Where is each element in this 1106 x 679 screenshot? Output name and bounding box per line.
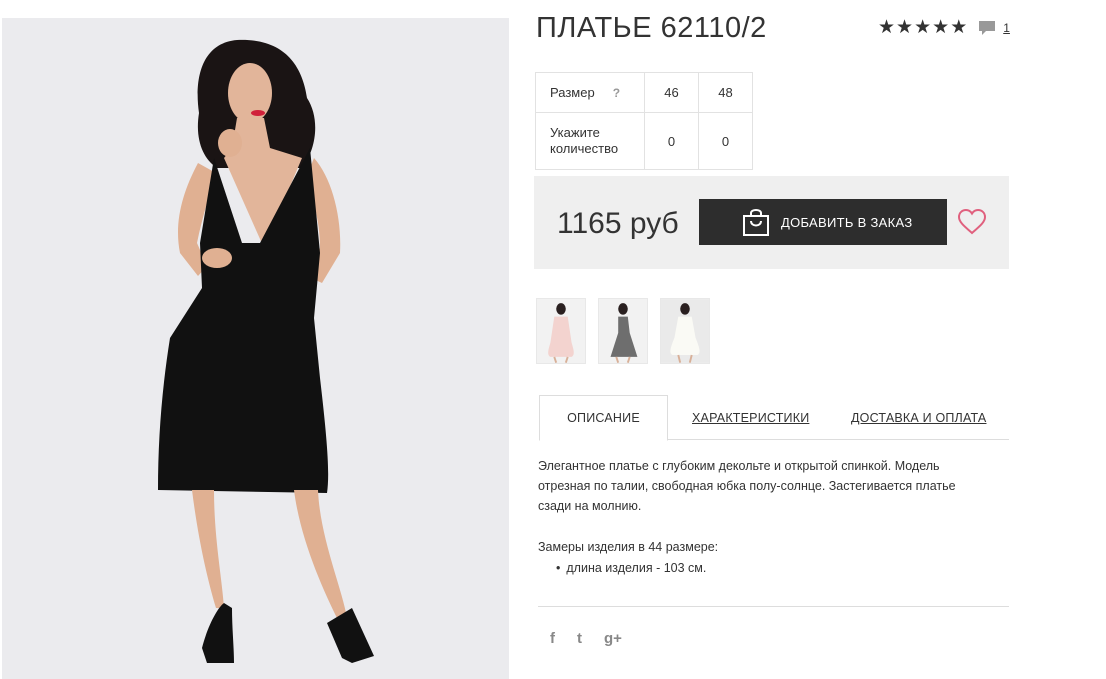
comment-icon [979,21,996,35]
thumbnail-white-dress[interactable] [660,298,710,364]
star-icon[interactable]: ★ [896,18,913,38]
google-plus-icon[interactable]: g+ [604,630,622,647]
thumbnail-image [661,299,709,363]
product-title: ПЛАТЬЕ 62110/2 [536,12,767,44]
divider [538,606,1009,607]
star-icon[interactable]: ★ [932,18,949,38]
product-main-photo[interactable] [2,18,509,679]
add-to-order-button[interactable]: ДОБАВИТЬ В ЗАКАЗ [699,199,947,245]
star-icon[interactable]: ★ [914,18,931,38]
social-share: f t g+ [550,630,644,647]
size-label: Размер [550,85,595,100]
thumbnail-pink-dress[interactable] [536,298,586,364]
quantity-label: Укажите количество [550,125,619,156]
price-bar: 1165 руб ДОБАВИТЬ В ЗАКАЗ [534,176,1009,269]
measurements-title: Замеры изделия в 44 размере: [538,540,719,554]
star-icon[interactable]: ★ [950,18,967,38]
product-tabs: ОПИСАНИЕ ХАРАКТЕРИСТИКИ ДОСТАВКА И ОПЛАТ… [539,395,1009,441]
star-icon[interactable]: ★ [878,18,895,38]
model-in-black-dress-image [2,18,509,679]
size-option[interactable]: 48 [698,72,753,113]
thumbnail-image [599,299,647,363]
quantity-input[interactable]: 0 [698,112,753,170]
measurements-list: длина изделия - 103 см. [556,561,706,575]
measurement-item: длина изделия - 103 см. [556,561,706,575]
facebook-icon[interactable]: f [550,630,555,647]
review-count-link[interactable]: 1 [1003,21,1010,35]
tab-characteristics[interactable]: ХАРАКТЕРИСТИКИ [692,395,809,440]
size-help-icon[interactable]: ? [613,86,620,100]
thumbnail-gallery [536,298,722,364]
add-to-order-label: ДОБАВИТЬ В ЗАКАЗ [781,214,913,230]
quantity-input[interactable]: 0 [644,112,699,170]
shopping-bag-icon [743,209,769,236]
size-option[interactable]: 46 [644,72,699,113]
price: 1165 руб [557,207,679,240]
thumbnail-grey-dress[interactable] [598,298,648,364]
size-label-cell: Размер? [535,72,645,113]
tab-delivery-payment[interactable]: ДОСТАВКА И ОПЛАТА [851,395,986,440]
rating: ★ ★ ★ ★ ★ 1 [878,18,1010,38]
twitter-icon[interactable]: t [577,630,582,647]
heart-icon[interactable] [958,209,986,235]
quantity-label-cell: Укажите количество [535,112,645,170]
size-quantity-table: Размер? 46 48 Укажите количество 0 0 [535,72,753,170]
tab-description[interactable]: ОПИСАНИЕ [539,395,668,441]
product-description: Элегантное платье с глубоким декольте и … [538,459,956,513]
thumbnail-image [537,299,585,363]
